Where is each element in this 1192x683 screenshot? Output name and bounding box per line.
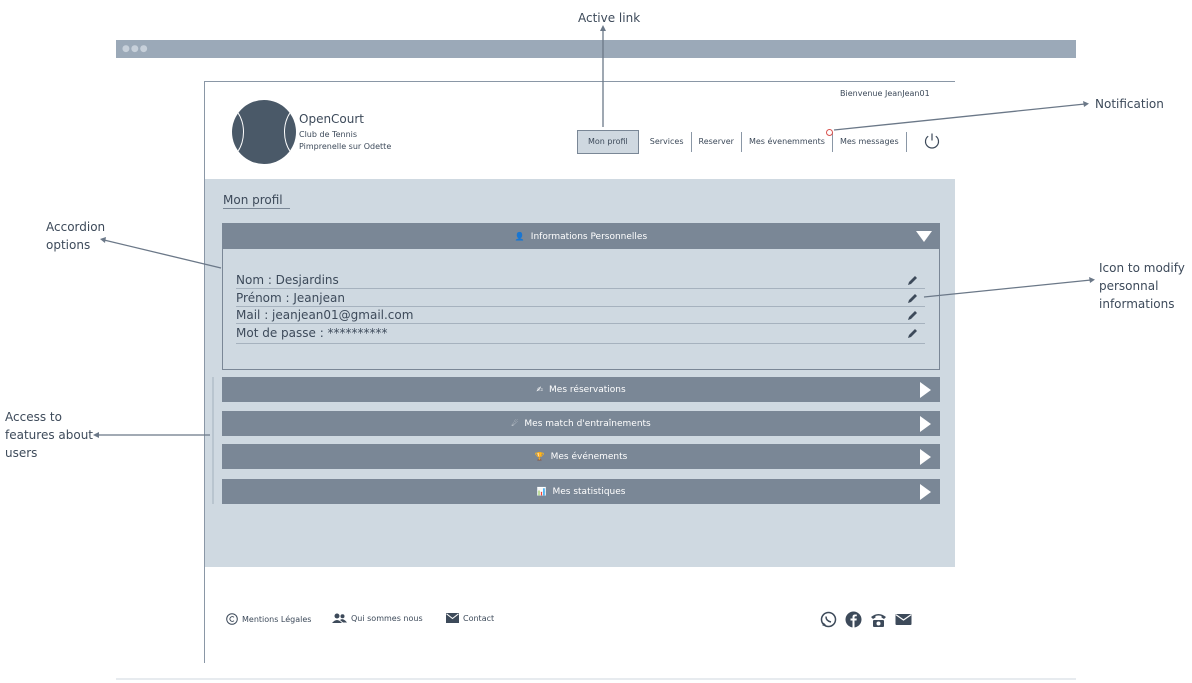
accordion-mes-match[interactable]: ☄ Mes match d'entraînements bbox=[222, 411, 940, 436]
mail-icon bbox=[446, 613, 459, 623]
welcome-text: Bienvenue JeanJean01 bbox=[840, 89, 930, 98]
annotation-line: Icon to modify bbox=[1099, 261, 1185, 275]
chevron-right-icon[interactable] bbox=[920, 382, 931, 398]
nav-item-services[interactable]: Services bbox=[643, 132, 692, 152]
accordion-mes-evenements[interactable]: 🏆 Mes événements bbox=[222, 444, 940, 469]
footer: Mentions Légales Qui sommes nous Contact bbox=[205, 567, 955, 663]
footer-link-label: Mentions Légales bbox=[242, 614, 312, 624]
brand-subtitle-line: Club de Tennis bbox=[299, 130, 358, 139]
facebook-icon[interactable] bbox=[845, 611, 862, 628]
notification-dot-icon bbox=[825, 129, 833, 136]
users-icon bbox=[332, 613, 347, 623]
info-text: Nom : Desjardins bbox=[236, 273, 339, 287]
chevron-down-icon[interactable] bbox=[916, 231, 932, 242]
footer-link-label: Qui sommes nous bbox=[351, 614, 423, 623]
info-text: Prénom : Jeanjean bbox=[236, 291, 345, 305]
ball-icon: ☄ bbox=[511, 419, 519, 428]
info-row-mail: Mail : jeanjean01@gmail.com bbox=[236, 307, 925, 324]
accordion-label: Informations Personnelles bbox=[530, 231, 648, 242]
mail-icon[interactable] bbox=[895, 611, 912, 628]
info-text: Mail : jeanjean01@gmail.com bbox=[236, 308, 414, 322]
header: OpenCourt Club de Tennis Pimprenelle sur… bbox=[205, 82, 955, 179]
annotation-icon-modify: Icon to modify personnal informations bbox=[1099, 259, 1185, 313]
info-row-nom: Nom : Desjardins bbox=[236, 272, 925, 289]
info-text: Mot de passe : ********** bbox=[236, 326, 388, 340]
pencil-icon[interactable] bbox=[907, 292, 919, 304]
user-icon: 👤 bbox=[514, 232, 525, 241]
info-row-password: Mot de passe : ********** bbox=[236, 325, 925, 344]
annotation-line: features about bbox=[5, 428, 94, 442]
annotation-active-link: Active link bbox=[578, 11, 641, 25]
pencil-icon[interactable] bbox=[907, 327, 919, 339]
annotation-line: Access to bbox=[5, 410, 62, 424]
whatsapp-icon[interactable] bbox=[820, 611, 837, 628]
copyright-icon bbox=[226, 613, 238, 625]
nav-item-mes-messages[interactable]: Mes messages bbox=[833, 132, 907, 152]
info-row-prenom: Prénom : Jeanjean bbox=[236, 290, 925, 307]
page: OpenCourt Club de Tennis Pimprenelle sur… bbox=[204, 81, 955, 663]
annotation-line: users bbox=[5, 446, 38, 460]
annotation-line: Accordion bbox=[46, 220, 106, 234]
nav-item-reserver[interactable]: Reserver bbox=[692, 132, 742, 152]
power-icon[interactable] bbox=[923, 132, 941, 150]
main-nav: Mon profil Services Reserver Mes évenemm… bbox=[577, 129, 907, 154]
accordion-label: Mes statistiques bbox=[552, 486, 626, 497]
page-title: Mon profil bbox=[223, 193, 290, 209]
pencil-icon[interactable] bbox=[907, 274, 919, 286]
annotation-notification: Notification bbox=[1095, 97, 1164, 111]
accordion-mes-reservations[interactable]: ✍ Mes réservations bbox=[222, 377, 940, 402]
chart-icon: 📊 bbox=[536, 487, 547, 496]
accordion-header-personal-info[interactable]: 👤 Informations Personnelles bbox=[223, 224, 939, 249]
accordion-personal-info: 👤 Informations Personnelles Nom : Desjar… bbox=[222, 223, 940, 370]
pencil-icon[interactable] bbox=[907, 309, 919, 321]
chevron-right-icon[interactable] bbox=[920, 416, 931, 432]
signature-icon: ✍ bbox=[536, 385, 544, 394]
accordion-label: Mes événements bbox=[550, 451, 628, 462]
brand-subtitle: Club de Tennis Pimprenelle sur Odette bbox=[299, 129, 391, 153]
footer-link-label: Contact bbox=[463, 613, 495, 623]
annotation-line: options bbox=[46, 238, 91, 252]
nav-item-mes-evenements[interactable]: Mes évenemments bbox=[742, 129, 833, 152]
annotation-line: informations bbox=[1099, 297, 1175, 311]
footer-link-legal[interactable]: Mentions Légales bbox=[226, 613, 311, 625]
accordion-label: Mes match d'entraînements bbox=[524, 418, 651, 429]
trophy-icon: 🏆 bbox=[534, 452, 545, 461]
brand-subtitle-line: Pimprenelle sur Odette bbox=[299, 142, 392, 151]
annotation-line: personnal bbox=[1099, 279, 1159, 293]
chevron-right-icon[interactable] bbox=[920, 484, 931, 500]
nav-item-mon-profil[interactable]: Mon profil bbox=[577, 130, 639, 154]
window-controls-icon[interactable]: ●●● bbox=[122, 44, 149, 54]
accordion-mes-statistiques[interactable]: 📊 Mes statistiques bbox=[222, 479, 940, 504]
footer-link-contact[interactable]: Contact bbox=[446, 613, 494, 623]
browser-title-bar: ●●● bbox=[116, 40, 1076, 58]
annotation-accordion-options: Accordion options bbox=[46, 218, 105, 254]
nav-item-label: Mes évenemments bbox=[748, 137, 825, 146]
tennis-ball-icon[interactable] bbox=[232, 100, 296, 164]
brand-name: OpenCourt bbox=[299, 112, 365, 126]
accordion-group-bar bbox=[212, 377, 214, 504]
footer-link-about[interactable]: Qui sommes nous bbox=[332, 613, 423, 624]
main-content: Mon profil 👤 Informations Personnelles N… bbox=[205, 179, 955, 567]
chevron-right-icon[interactable] bbox=[920, 449, 931, 465]
accordion-label: Mes réservations bbox=[549, 384, 626, 395]
phone-icon[interactable] bbox=[870, 611, 887, 628]
annotation-access-features: Access to features about users bbox=[5, 408, 93, 462]
